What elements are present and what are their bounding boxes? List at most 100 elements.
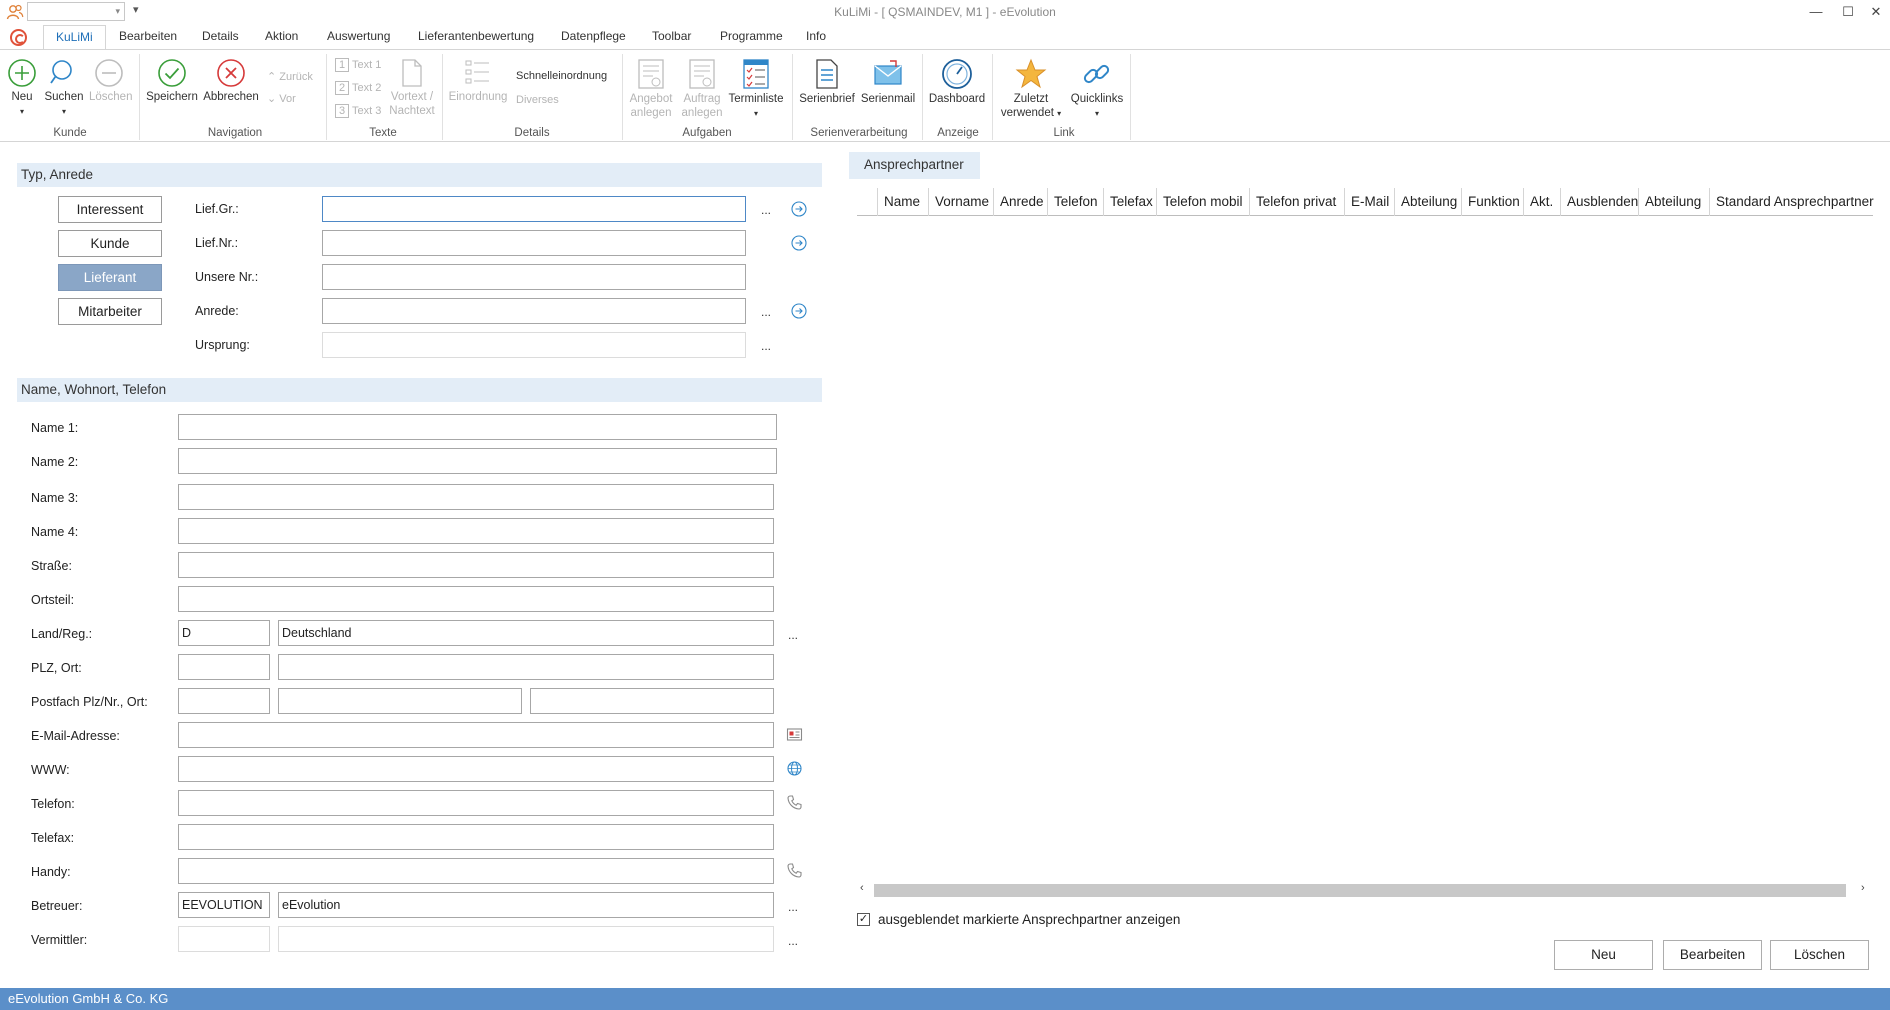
schnelleinordnung-button[interactable]: Schnelleinordnung (516, 70, 607, 82)
ort-input[interactable] (278, 654, 774, 680)
betreuer-browse-button[interactable]: ... (788, 900, 798, 914)
name2-input[interactable] (178, 448, 777, 474)
lief-gr-input[interactable] (322, 196, 746, 222)
land-name-input[interactable] (278, 620, 774, 646)
postfach-nr-input[interactable] (278, 688, 522, 714)
strasse-input[interactable] (178, 552, 774, 578)
close-button[interactable]: ✕ (1860, 0, 1890, 24)
arrow-right-circle-icon[interactable] (791, 303, 807, 319)
angebot-anlegen-button[interactable]: Angebot anlegen (627, 58, 675, 120)
minimize-button[interactable]: — (1800, 0, 1832, 24)
postfach-ort-input[interactable] (530, 688, 774, 714)
name1-input[interactable] (178, 414, 777, 440)
vermittler-browse-button[interactable]: ... (788, 934, 798, 948)
quick-access-dropdown-icon[interactable]: ▾ (133, 3, 139, 16)
column-vorname[interactable]: Vorname (928, 188, 989, 216)
auftrag-anlegen-button[interactable]: Auftrag anlegen (678, 58, 726, 120)
mandant-combo[interactable]: ▾ (27, 2, 125, 21)
phone-icon[interactable] (786, 862, 803, 879)
tab-kulimi[interactable]: KuLiMi (43, 25, 106, 50)
tab-ansprechpartner[interactable]: Ansprechpartner (849, 152, 980, 179)
text3-button[interactable]: 3 Text 3 (335, 104, 381, 118)
vermittler-code-input[interactable] (178, 926, 270, 952)
column-name[interactable]: Name (877, 188, 920, 216)
diverses-button[interactable]: Diverses (516, 94, 559, 106)
ursprung-input[interactable] (322, 332, 746, 358)
einordnung-button[interactable]: Einordnung (447, 58, 509, 104)
contacts-grid-scrollbar[interactable]: ‹ › (857, 882, 1873, 899)
scrollbar-thumb[interactable] (874, 884, 1846, 897)
column-akt[interactable]: Akt. (1523, 188, 1553, 216)
tab-lieferantenbewertung[interactable]: Lieferantenbewertung (418, 29, 534, 43)
text2-button[interactable]: 2 Text 2 (335, 81, 381, 95)
loeschen-ribbon-button[interactable]: Löschen (89, 58, 132, 104)
column-abteilung-2[interactable]: Abteilung (1638, 188, 1701, 216)
column-telefon-privat[interactable]: Telefon privat (1249, 188, 1336, 216)
type-mitarbeiter-button[interactable]: Mitarbeiter (58, 298, 162, 325)
abbrechen-button[interactable]: Abbrechen (202, 58, 260, 104)
column-ausblenden[interactable]: Ausblenden (1560, 188, 1638, 216)
globe-icon[interactable] (786, 760, 803, 777)
contact-bearbeiten-button[interactable]: Bearbeiten (1663, 940, 1762, 970)
name4-input[interactable] (178, 518, 774, 544)
tab-toolbar[interactable]: Toolbar (652, 29, 691, 43)
terminliste-button[interactable]: Terminliste ▾ (727, 58, 785, 121)
serienmail-button[interactable]: Serienmail (858, 58, 918, 106)
type-kunde-button[interactable]: Kunde (58, 230, 162, 257)
tab-bearbeiten[interactable]: Bearbeiten (119, 29, 177, 43)
column-telefon-mobil[interactable]: Telefon mobil (1156, 188, 1243, 216)
ursprung-browse-button[interactable]: ... (761, 339, 771, 353)
column-funktion[interactable]: Funktion (1461, 188, 1520, 216)
email-input[interactable] (178, 722, 774, 748)
column-telefon[interactable]: Telefon (1047, 188, 1098, 216)
serienbrief-button[interactable]: Serienbrief (797, 58, 857, 106)
tab-aktion[interactable]: Aktion (265, 29, 298, 43)
contact-card-icon[interactable] (786, 726, 803, 743)
land-code-input[interactable] (178, 620, 270, 646)
speichern-button[interactable]: Speichern (146, 58, 198, 104)
www-input[interactable] (178, 756, 774, 782)
scroll-left-icon[interactable]: ‹ (860, 882, 864, 894)
zurueck-button[interactable]: ⌃ Zurück (267, 70, 313, 83)
suchen-button[interactable]: Suchen ▾ (44, 58, 84, 119)
tab-datenpflege[interactable]: Datenpflege (561, 29, 626, 43)
column-telefax[interactable]: Telefax (1103, 188, 1153, 216)
dashboard-button[interactable]: Dashboard (926, 58, 988, 106)
column-standard-ansprechpartner[interactable]: Standard Ansprechpartner (1709, 188, 1874, 216)
text1-button[interactable]: 1 Text 1 (335, 58, 381, 72)
vortext-button[interactable]: Vortext / Nachtext (386, 58, 438, 118)
contact-loeschen-button[interactable]: Löschen (1770, 940, 1869, 970)
telefon-input[interactable] (178, 790, 774, 816)
ortsteil-input[interactable] (178, 586, 774, 612)
show-hidden-checkbox[interactable]: ✓ (857, 913, 870, 926)
tab-details[interactable]: Details (202, 29, 239, 43)
tab-programme[interactable]: Programme (720, 29, 783, 43)
user-icon[interactable] (6, 3, 24, 21)
phone-icon[interactable] (786, 794, 803, 811)
tab-info[interactable]: Info (806, 29, 826, 43)
app-menu-icon[interactable] (10, 29, 27, 46)
vor-button[interactable]: ⌄ Vor (267, 92, 296, 105)
anrede-input[interactable] (322, 298, 746, 324)
arrow-right-circle-icon[interactable] (791, 235, 807, 251)
lief-nr-input[interactable] (322, 230, 746, 256)
name3-input[interactable] (178, 484, 774, 510)
scroll-right-icon[interactable]: › (1861, 882, 1865, 894)
telefax-input[interactable] (178, 824, 774, 850)
betreuer-name-input[interactable] (278, 892, 774, 918)
vermittler-name-input[interactable] (278, 926, 774, 952)
anrede-browse-button[interactable]: ... (761, 305, 771, 319)
handy-input[interactable] (178, 858, 774, 884)
neu-button[interactable]: Neu ▾ (6, 58, 38, 119)
unsere-nr-input[interactable] (322, 264, 746, 290)
type-interessent-button[interactable]: Interessent (58, 196, 162, 223)
column-anrede[interactable]: Anrede (993, 188, 1044, 216)
type-lieferant-button[interactable]: Lieferant (58, 264, 162, 291)
plz-input[interactable] (178, 654, 270, 680)
quicklinks-button[interactable]: Quicklinks ▾ (1068, 58, 1126, 121)
lief-gr-browse-button[interactable]: ... (761, 203, 771, 217)
tab-auswertung[interactable]: Auswertung (327, 29, 390, 43)
column-email[interactable]: E-Mail (1344, 188, 1389, 216)
arrow-right-circle-icon[interactable] (791, 201, 807, 217)
column-abteilung[interactable]: Abteilung (1394, 188, 1457, 216)
